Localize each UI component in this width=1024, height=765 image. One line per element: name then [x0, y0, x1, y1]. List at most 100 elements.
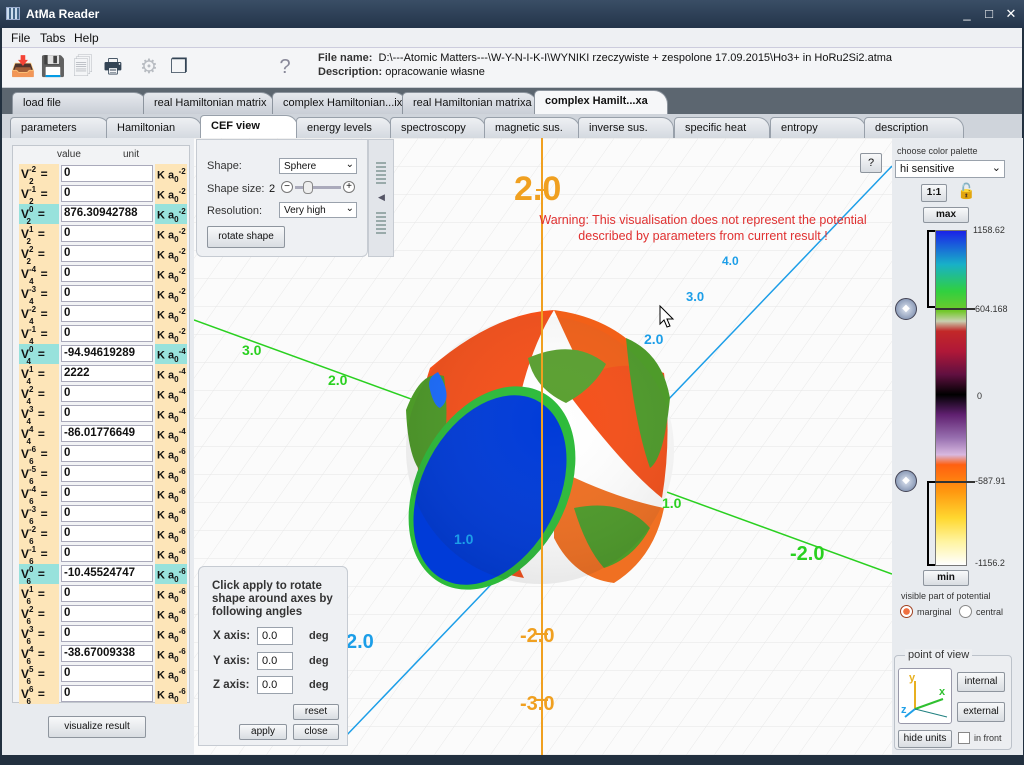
help-icon[interactable]: ?	[272, 54, 298, 80]
palette-select[interactable]: hi sensitive ⌄	[895, 160, 1005, 178]
parameter-value-input[interactable]: 0	[61, 505, 153, 522]
parameter-value-input[interactable]: 0	[61, 465, 153, 482]
parameter-value-input[interactable]: 0	[61, 265, 153, 282]
menu-file[interactable]: File	[11, 31, 30, 45]
in-front-label: in front	[974, 733, 1002, 743]
view-help-button[interactable]: ?	[860, 153, 882, 173]
max-button[interactable]: max	[923, 207, 969, 223]
reset-button[interactable]: reset	[293, 704, 339, 720]
tab-parameters[interactable]: parameters	[10, 117, 110, 138]
parameter-row: V-22= 0 K a0-2	[19, 164, 187, 186]
ratio-button[interactable]: 1:1	[921, 184, 947, 202]
parameter-value-input[interactable]: 0	[61, 245, 153, 262]
tab-spectroscopy[interactable]: spectroscopy	[390, 117, 486, 138]
tab-energy-levels[interactable]: energy levels	[296, 117, 392, 138]
parameter-row: V-12= 0 K a0-2	[19, 184, 187, 206]
axis-label-green-1: 1.0	[662, 495, 682, 511]
parameter-symbol: V-66=	[19, 444, 59, 466]
tab-real-hamiltonian-matrixa[interactable]: real Hamiltonian matrixa	[402, 92, 538, 114]
parameter-value-input[interactable]: 0	[61, 385, 153, 402]
minimize-button[interactable]: _	[958, 5, 976, 22]
save-all-icon[interactable]: 🗐	[70, 54, 96, 80]
parameter-value-input[interactable]: 0	[61, 445, 153, 462]
shape-select[interactable]: Sphere ⌄	[279, 158, 357, 174]
maximize-button[interactable]: □	[980, 5, 998, 22]
parameter-value-input[interactable]: 0	[61, 305, 153, 322]
internal-button[interactable]: internal	[957, 672, 1005, 692]
parameter-value-input[interactable]: -38.67009338	[61, 645, 153, 662]
parameter-value-input[interactable]: 0	[61, 485, 153, 502]
parameter-value-input[interactable]: 876.30942788	[61, 205, 153, 222]
parameter-value-input[interactable]: 0	[61, 185, 153, 202]
tab-magnetic-sus[interactable]: magnetic sus.	[484, 117, 580, 138]
tab-complex-hamiltonian-ix[interactable]: complex Hamiltonian...ix	[272, 92, 408, 114]
unlock-icon[interactable]: 🔓	[957, 182, 976, 200]
settings-icon[interactable]: ⚙	[136, 54, 162, 80]
y-axis-input[interactable]: 0.0	[257, 652, 293, 670]
marginal-radio[interactable]	[900, 605, 913, 618]
tab-inverse-sus[interactable]: inverse sus.	[578, 117, 674, 138]
tab-specific-heat[interactable]: specific heat	[674, 117, 770, 138]
parameter-value-input[interactable]: 0	[61, 605, 153, 622]
central-radio[interactable]	[959, 605, 972, 618]
tab-cef-view[interactable]: CEF view	[200, 115, 298, 138]
parameter-unit: K a0-6	[155, 644, 187, 664]
decrease-icon[interactable]: −	[281, 181, 293, 193]
collapse-arrow-icon[interactable]: ◀	[378, 192, 385, 203]
external-button[interactable]: external	[957, 702, 1005, 722]
parameter-value-input[interactable]: 0	[61, 405, 153, 422]
parameter-unit: K a0-6	[155, 584, 187, 604]
axes-orientation-icon[interactable]: y x z	[898, 668, 952, 724]
parameter-value-input[interactable]: 0	[61, 285, 153, 302]
close-button[interactable]: close	[293, 724, 339, 740]
menu-tabs[interactable]: Tabs	[40, 31, 65, 45]
parameter-value-input[interactable]: 0	[61, 225, 153, 242]
min-button[interactable]: min	[923, 570, 969, 586]
parameter-value-input[interactable]: -86.01776649	[61, 425, 153, 442]
tab-real-hamiltonian-matrix[interactable]: real Hamiltonian matrix	[143, 92, 275, 114]
parameter-row: V66= 0 K a0-6	[19, 684, 187, 706]
parameter-value-input[interactable]: 0	[61, 165, 153, 182]
parameter-value-input[interactable]: 0	[61, 685, 153, 702]
windows-icon[interactable]: ❐	[166, 54, 192, 80]
menu-help[interactable]: Help	[74, 31, 99, 45]
tab-hamiltonian[interactable]: Hamiltonian	[106, 117, 202, 138]
shape-size-slider[interactable]: − +	[281, 181, 357, 195]
visualize-result-button[interactable]: visualize result	[48, 716, 146, 738]
hide-units-button[interactable]: hide units	[898, 730, 952, 748]
parameter-unit: K a0-6	[155, 444, 187, 464]
open-file-icon[interactable]: 📥	[10, 54, 36, 80]
window-title: AtMa Reader	[26, 7, 100, 21]
upper-threshold-handle[interactable]: ◆	[895, 298, 917, 320]
panel-collapse-handle[interactable]: ◀	[368, 139, 394, 257]
x-axis-input[interactable]: 0.0	[257, 627, 293, 645]
z-axis-input[interactable]: 0.0	[257, 676, 293, 694]
lower-threshold-handle[interactable]: ◆	[895, 470, 917, 492]
resolution-select[interactable]: Very high ⌄	[279, 202, 357, 218]
parameter-value-input[interactable]: -94.94619289	[61, 345, 153, 362]
rotate-panel: Click apply to rotate shape around axes …	[198, 566, 348, 746]
parameter-row: V-14= 0 K a0-2	[19, 324, 187, 346]
parameter-value-input[interactable]: -10.45524747	[61, 565, 153, 582]
parameter-value-input[interactable]: 0	[61, 625, 153, 642]
tab-entropy[interactable]: entropy	[770, 117, 866, 138]
save-icon[interactable]: 💾	[40, 54, 66, 80]
tab-complex-hamilt-xa[interactable]: complex Hamilt...xa	[534, 90, 668, 114]
apply-button[interactable]: apply	[239, 724, 287, 740]
parameter-value-input[interactable]: 0	[61, 325, 153, 342]
close-window-button[interactable]: ✕	[1002, 5, 1020, 22]
rotate-shape-button[interactable]: rotate shape	[207, 226, 285, 248]
in-front-checkbox[interactable]	[958, 732, 970, 744]
parameter-value-input[interactable]: 2222	[61, 365, 153, 382]
increase-icon[interactable]: +	[343, 181, 355, 193]
parameter-value-input[interactable]: 0	[61, 585, 153, 602]
tab-load-file[interactable]: load file	[12, 92, 148, 114]
slider-thumb[interactable]	[303, 181, 313, 194]
print-icon[interactable]: 🖶	[100, 54, 126, 80]
axis-label-blue-4: 4.0	[722, 254, 739, 268]
tab-description[interactable]: description	[864, 117, 964, 138]
parameter-value-input[interactable]: 0	[61, 665, 153, 682]
parameter-value-input[interactable]: 0	[61, 545, 153, 562]
parameter-value-input[interactable]: 0	[61, 525, 153, 542]
parameter-symbol: V66=	[19, 684, 59, 706]
